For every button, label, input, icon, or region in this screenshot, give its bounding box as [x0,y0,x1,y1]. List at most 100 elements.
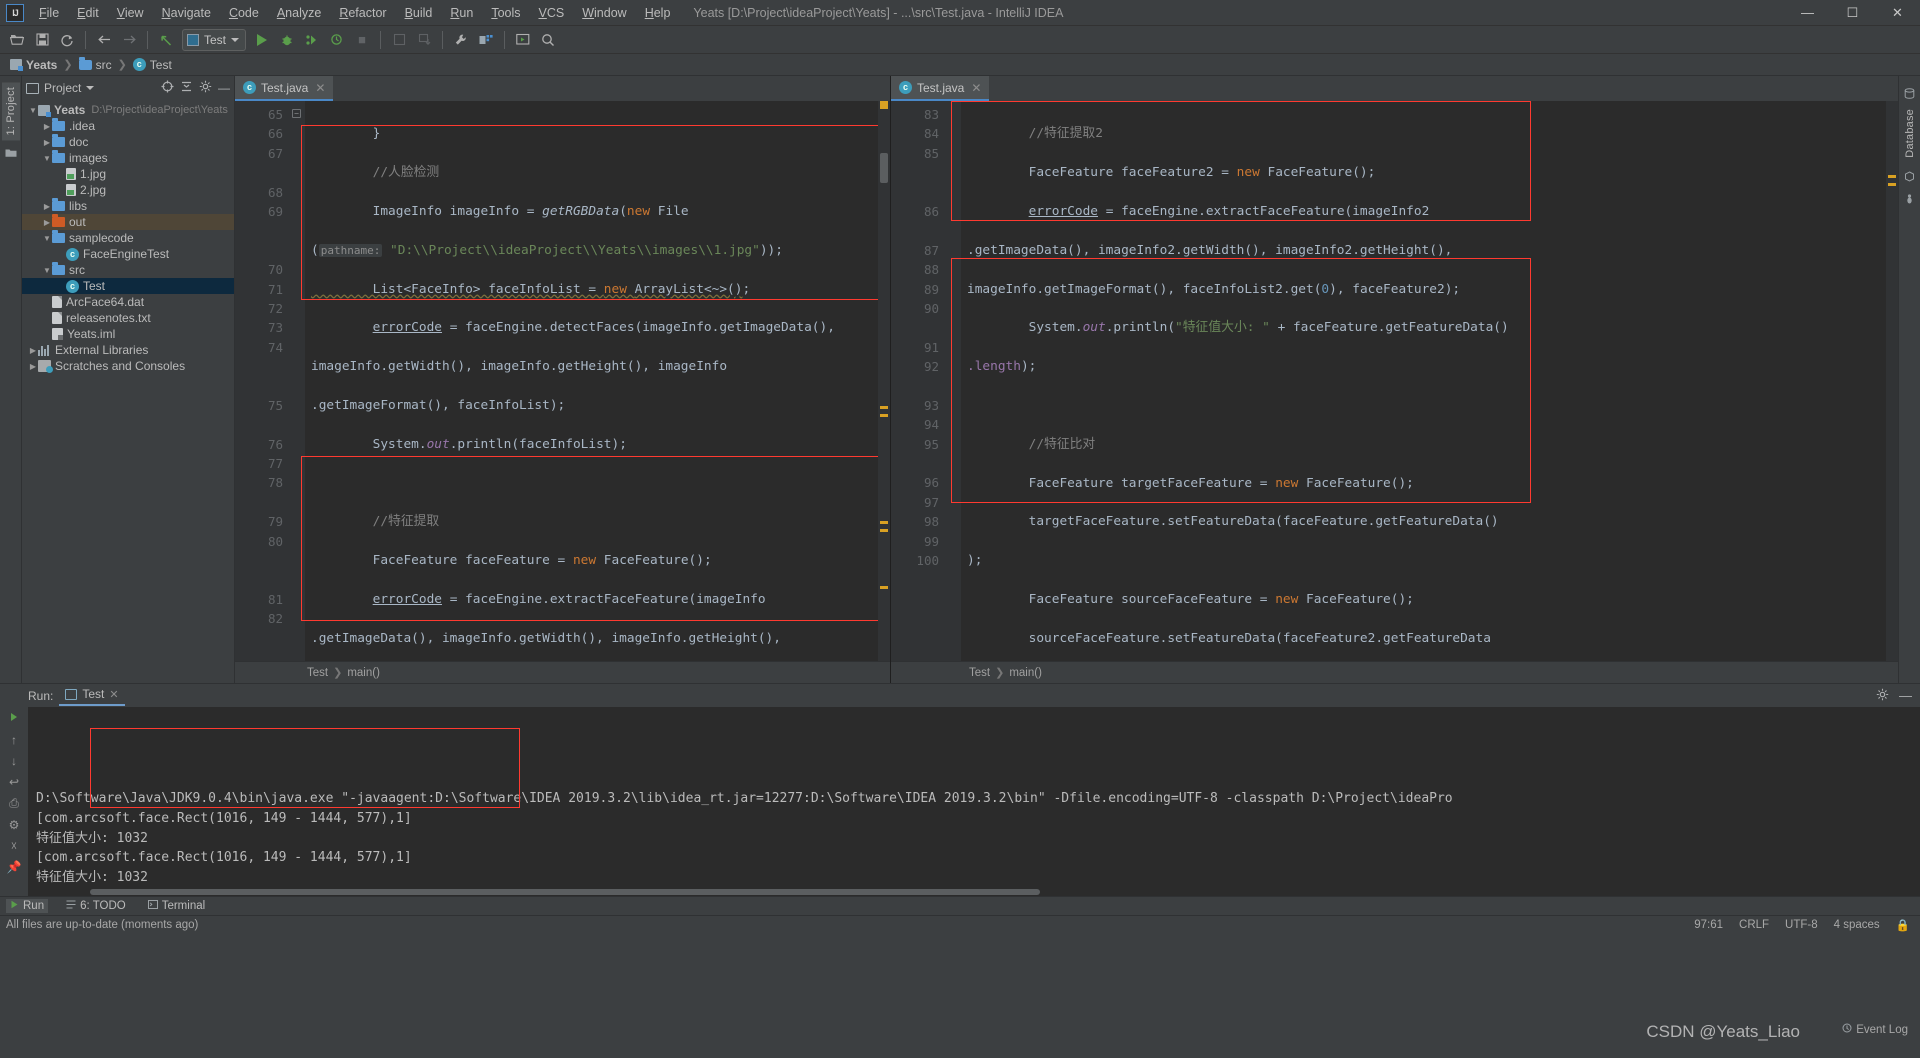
close-button[interactable]: ✕ [1875,0,1920,26]
save-all-icon[interactable] [30,28,54,52]
toolwindow-run[interactable]: Run [6,899,48,913]
breadcrumb-class[interactable]: Test [307,667,328,679]
menu-item-help[interactable]: Help [636,2,680,24]
scroll-from-source-icon[interactable] [161,80,174,96]
tree-node-yeats-iml[interactable]: Yeats.iml [22,326,234,342]
console-horizontal-scrollbar[interactable] [28,887,1920,896]
soft-wrap-icon[interactable]: ↩ [9,775,19,789]
tree-twisty[interactable]: ▼ [42,234,52,243]
stop-button[interactable]: ■ [350,28,374,52]
run-anything-icon[interactable] [511,28,535,52]
menu-item-tools[interactable]: Tools [482,2,529,24]
minimize-button[interactable]: — [1785,0,1830,26]
folder-rail-icon[interactable] [5,148,17,161]
chevron-down-icon[interactable] [86,86,94,90]
run-tab-test[interactable]: Test ✕ [59,685,124,706]
toolwindow-todo[interactable]: 6: TODO [62,899,130,913]
indent-setting[interactable]: 4 spaces [1834,919,1880,931]
maximize-button[interactable]: ☐ [1830,0,1875,26]
tree-twisty[interactable]: ▶ [28,362,38,371]
caret-position[interactable]: 97:61 [1694,919,1723,931]
tree-node-1-jpg[interactable]: 1.jpg [22,166,234,182]
project-structure-icon[interactable] [474,28,498,52]
menu-item-code[interactable]: Code [220,2,268,24]
project-tree[interactable]: ▼YeatsD:\Project\ideaProject\Yeats▶.idea… [22,100,234,683]
code-text-right[interactable]: //特征提取2 FaceFeature faceFeature2 = new F… [961,101,1886,661]
breadcrumb-class[interactable]: Test [969,667,990,679]
settings-wrench-icon[interactable] [449,28,473,52]
tree-node-out[interactable]: ▶out [22,214,234,230]
database-rail-icon[interactable] [1904,88,1915,102]
breadcrumb-method[interactable]: main() [1009,667,1042,679]
scroll-down-icon[interactable]: ↓ [11,754,17,768]
tab-test-java-left[interactable]: Test.java ✕ [235,76,333,101]
tab-test-java-right[interactable]: Test.java ✕ [891,76,989,101]
tree-node-images[interactable]: ▼images [22,150,234,166]
tree-node-external-libraries[interactable]: ▶External Libraries [22,342,234,358]
breadcrumb-item-module[interactable]: Yeats [7,57,60,73]
menu-item-vcs[interactable]: VCS [530,2,574,24]
code-text-left[interactable]: } //人脸检测 ImageInfo imageInfo = getRGBDat… [305,101,878,661]
menu-item-run[interactable]: Run [441,2,482,24]
tree-node-releasenotes-txt[interactable]: releasenotes.txt [22,310,234,326]
menu-item-window[interactable]: Window [573,2,635,24]
tree-node-scratches-and-consoles[interactable]: ▶Scratches and Consoles [22,358,234,374]
file-encoding[interactable]: UTF-8 [1785,919,1818,931]
run-console-output[interactable]: D:\Software\Java\JDK9.0.4\bin\java.exe "… [28,707,1920,896]
fold-toggle-icon[interactable]: − [292,109,301,118]
debug-button[interactable] [275,28,299,52]
line-separator[interactable]: CRLF [1739,919,1769,931]
menu-bar[interactable]: FileEditViewNavigateCodeAnalyzeRefactorB… [30,2,679,24]
forward-icon[interactable] [117,28,141,52]
ant-rail-icon[interactable] [1904,193,1915,207]
gear-icon[interactable] [1876,688,1889,704]
menu-item-build[interactable]: Build [396,2,442,24]
breadcrumb-method[interactable]: main() [347,667,380,679]
menu-item-navigate[interactable]: Navigate [153,2,220,24]
tree-node-test[interactable]: Test [22,278,234,294]
breadcrumb-item-src[interactable]: src [76,57,115,73]
sync-icon[interactable] [55,28,79,52]
clear-all-icon[interactable]: ☓ [11,839,17,853]
tree-twisty[interactable]: ▶ [42,202,52,211]
sidebar-item-database[interactable]: Database [1901,104,1919,163]
line-number-gutter-right[interactable]: 8384858687888990919293949596979899100 [891,101,945,661]
error-stripe-left[interactable] [878,101,890,661]
tree-twisty[interactable]: ▶ [42,138,52,147]
menu-item-view[interactable]: View [108,2,153,24]
settings-icon[interactable]: ⚙ [9,818,20,832]
tree-node--idea[interactable]: ▶.idea [22,118,234,134]
tree-twisty[interactable]: ▶ [42,122,52,131]
hide-panel-icon[interactable]: — [1899,688,1912,704]
line-number-gutter-left[interactable]: 65−6667686970717273747576777879808182 [235,101,289,661]
menu-item-file[interactable]: File [30,2,68,24]
fold-column-right[interactable] [945,101,961,661]
tree-twisty[interactable]: ▼ [42,266,52,275]
code-area-left[interactable]: 65−6667686970717273747576777879808182 } … [235,101,890,661]
gear-icon[interactable] [199,80,212,96]
tree-node-src[interactable]: ▼src [22,262,234,278]
event-log-button[interactable]: Event Log [1842,1023,1908,1036]
close-icon[interactable]: ✕ [315,81,325,95]
back-icon[interactable] [92,28,116,52]
project-title-group[interactable]: Project [26,81,94,95]
commit-icon[interactable] [412,28,436,52]
tree-node-yeats[interactable]: ▼YeatsD:\Project\ideaProject\Yeats [22,102,234,118]
search-everywhere-icon[interactable] [536,28,560,52]
tree-node-arcface64-dat[interactable]: ArcFace64.dat [22,294,234,310]
sidebar-item-project[interactable]: 1: Project [2,82,20,140]
find-back-icon[interactable] [154,28,178,52]
hide-panel-icon[interactable]: — [218,81,230,95]
tree-twisty[interactable]: ▼ [42,154,52,163]
menu-item-refactor[interactable]: Refactor [330,2,395,24]
open-folder-icon[interactable] [5,28,29,52]
tree-node-faceenginetest[interactable]: FaceEngineTest [22,246,234,262]
tree-node-samplecode[interactable]: ▼samplecode [22,230,234,246]
breadcrumb-item-class[interactable]: Test [130,57,175,73]
tree-node-libs[interactable]: ▶libs [22,198,234,214]
tree-twisty[interactable]: ▼ [28,106,38,115]
toolwindow-terminal[interactable]: Terminal [144,899,209,913]
tree-node-2-jpg[interactable]: 2.jpg [22,182,234,198]
close-icon[interactable]: ✕ [971,81,981,95]
rerun-icon[interactable] [8,711,20,726]
